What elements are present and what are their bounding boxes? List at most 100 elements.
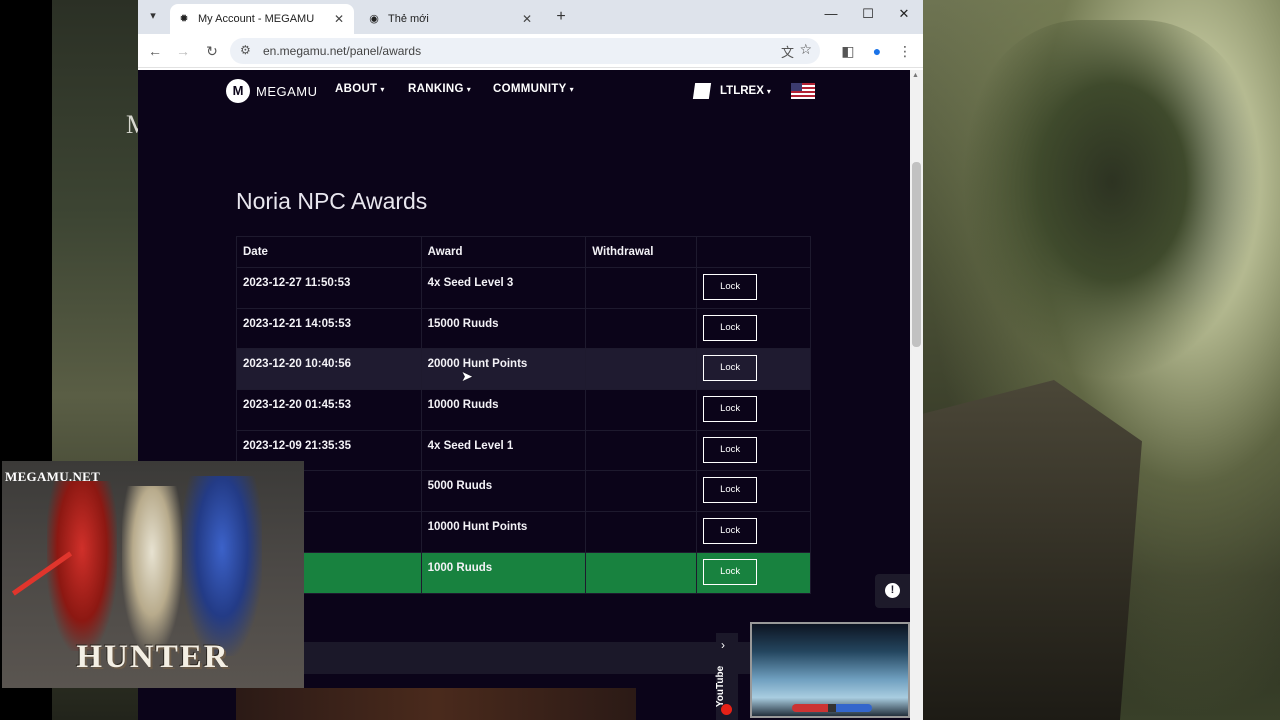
cell-withdrawal xyxy=(585,470,698,513)
lock-button[interactable]: Lock xyxy=(703,314,758,341)
cell-award: 15000 Ruuds xyxy=(420,307,587,350)
scrollbar-thumb[interactable] xyxy=(912,162,921,347)
footer-bar xyxy=(236,642,836,674)
tab-title: My Account - MEGAMU xyxy=(198,13,315,25)
lock-button[interactable]: Lock xyxy=(703,274,758,300)
cliff-art xyxy=(922,380,1142,720)
browser-toolbar: ← → ↻ ⚙ en.megamu.net/panel/awards 文 ☆ ◧… xyxy=(138,34,923,68)
minimize-icon[interactable]: — xyxy=(813,6,849,21)
cell-withdrawal xyxy=(585,511,698,553)
address-bar[interactable]: ⚙ en.megamu.net/panel/awards 文 ☆ xyxy=(230,38,820,64)
cell-action: Lock xyxy=(696,470,811,513)
us-flag-icon[interactable] xyxy=(791,83,815,99)
user-menu[interactable]: LTLREX ▾ xyxy=(692,83,771,99)
megamu-logo-icon: M xyxy=(226,79,250,103)
page-scrollbar[interactable]: ▲ xyxy=(910,70,923,720)
scroll-up-icon[interactable]: ▲ xyxy=(912,72,919,79)
close-tab-icon[interactable]: ✕ xyxy=(332,12,346,26)
background-art-right xyxy=(922,0,1280,720)
forward-icon[interactable]: → xyxy=(173,41,193,61)
cell-date: 2023-12-20 10:40:56 xyxy=(236,348,422,391)
nav-community[interactable]: COMMUNITY ▾ xyxy=(493,83,574,95)
cell-date: 2023-12-21 14:05:53 xyxy=(236,307,422,350)
screen: M ▾ ✹ My Account - MEGAMU ✕ ◉ Thẻ mới ✕ … xyxy=(0,0,1280,720)
table-header-row: Date Award Withdrawal xyxy=(236,236,811,268)
cell-withdrawal xyxy=(585,267,698,309)
maximize-icon[interactable]: ☐ xyxy=(850,6,886,22)
table-row: 2023-12-21 14:05:53 15000 Ruuds Lock xyxy=(236,307,811,350)
translate-icon[interactable]: 文 xyxy=(781,42,794,61)
column-header-action xyxy=(696,236,811,268)
lock-button[interactable]: Lock xyxy=(703,396,758,423)
cell-action: Lock xyxy=(696,429,811,472)
table-row: 2023-12-09 21:35:35 4x Seed Level 1 Lock xyxy=(236,429,811,472)
lock-button[interactable]: Lock xyxy=(703,518,758,545)
cell-action: Lock xyxy=(696,551,811,594)
cell-award: 4x Seed Level 1 xyxy=(420,429,587,472)
table-row: 2023-12-20 10:40:56 20000 Hunt Points Lo… xyxy=(236,348,811,391)
cell-withdrawal xyxy=(585,348,698,391)
cell-award: 4x Seed Level 3 xyxy=(420,267,587,309)
exclamation-icon: ! xyxy=(885,583,900,598)
cell-award: 5000 Ruuds xyxy=(420,470,587,513)
profile-icon[interactable]: ● xyxy=(867,41,887,61)
lock-button[interactable]: Lock xyxy=(703,355,758,382)
bookmark-star-icon[interactable]: ☆ xyxy=(799,41,812,58)
back-icon[interactable]: ← xyxy=(145,41,165,61)
lock-button[interactable]: Lock xyxy=(703,436,758,463)
video-thumbnail-overlay: MEGAMU.NET HUNTER xyxy=(2,461,304,688)
tab-bar: ▾ ✹ My Account - MEGAMU ✕ ◉ Thẻ mới ✕ + … xyxy=(138,0,923,34)
cell-award: 20000 Hunt Points xyxy=(420,348,587,391)
tab-new-tab[interactable]: ◉ Thẻ mới ✕ xyxy=(360,4,542,34)
tab-search-dropdown[interactable]: ▾ xyxy=(144,6,162,26)
lock-button[interactable]: Lock xyxy=(703,558,758,585)
nav-about[interactable]: ABOUT ▾ xyxy=(335,83,385,95)
site-logo[interactable]: M MEGAMU xyxy=(226,79,318,103)
chrome-favicon-icon: ◉ xyxy=(369,13,379,25)
column-header-date: Date xyxy=(236,236,422,268)
blue-knight-art xyxy=(182,476,262,656)
chevron-down-icon: ▾ xyxy=(766,86,771,96)
cell-withdrawal xyxy=(585,429,698,472)
mouse-cursor-icon: ➤ xyxy=(461,368,473,384)
nav-ranking[interactable]: RANKING ▾ xyxy=(408,83,471,95)
table-row-selected: 9 21:15:36 1000 Ruuds Lock xyxy=(236,551,811,594)
awards-table: Date Award Withdrawal 2023-12-27 11:50:5… xyxy=(236,236,811,594)
avatar xyxy=(692,83,712,99)
lock-button[interactable]: Lock xyxy=(703,477,758,504)
column-header-award: Award xyxy=(420,236,587,268)
dragon-knight-art xyxy=(962,20,1262,380)
megamu-favicon-icon: ✹ xyxy=(179,13,189,25)
youtube-widget-tab[interactable]: › YouTube xyxy=(715,633,738,720)
cell-action: Lock xyxy=(696,348,811,391)
username: LTLREX xyxy=(720,85,764,97)
chevron-down-icon: ▾ xyxy=(466,85,472,94)
footer-banner-image xyxy=(236,688,636,720)
cell-award: 1000 Ruuds xyxy=(420,551,587,594)
cell-action: Lock xyxy=(696,389,811,431)
reload-icon[interactable]: ↻ xyxy=(202,41,222,61)
site-navbar: M MEGAMU ABOUT ▾ RANKING ▾ COMMUNITY ▾ LTLR… xyxy=(138,70,910,110)
chevron-down-icon: ▾ xyxy=(569,85,574,94)
table-row: 2023-12-27 11:50:53 4x Seed Level 3 Lock xyxy=(236,267,811,309)
new-tab-button[interactable]: + xyxy=(552,8,570,26)
game-hud-bar xyxy=(792,704,872,712)
side-panel-icon[interactable]: ◧ xyxy=(838,41,858,61)
cell-award: 10000 Hunt Points xyxy=(420,511,587,553)
cell-withdrawal xyxy=(585,551,698,594)
alert-button[interactable]: ! xyxy=(875,574,910,608)
chevron-down-icon: ▾ xyxy=(380,85,385,94)
column-header-withdrawal: Withdrawal xyxy=(585,236,698,268)
site-info-icon[interactable]: ⚙ xyxy=(240,43,251,57)
tab-title: Thẻ mới xyxy=(388,13,429,25)
youtube-icon xyxy=(721,704,732,715)
cell-action: Lock xyxy=(696,307,811,350)
menu-kebab-icon[interactable]: ⋮ xyxy=(895,41,915,61)
cell-withdrawal xyxy=(585,389,698,431)
close-tab-icon[interactable]: ✕ xyxy=(520,12,534,26)
url-text[interactable]: en.megamu.net/panel/awards xyxy=(263,44,421,58)
close-window-icon[interactable]: ✕ xyxy=(886,6,922,22)
youtube-video-preview[interactable] xyxy=(750,622,910,718)
tab-my-account[interactable]: ✹ My Account - MEGAMU ✕ xyxy=(170,4,354,34)
page-title: Noria NPC Awards xyxy=(236,188,428,214)
